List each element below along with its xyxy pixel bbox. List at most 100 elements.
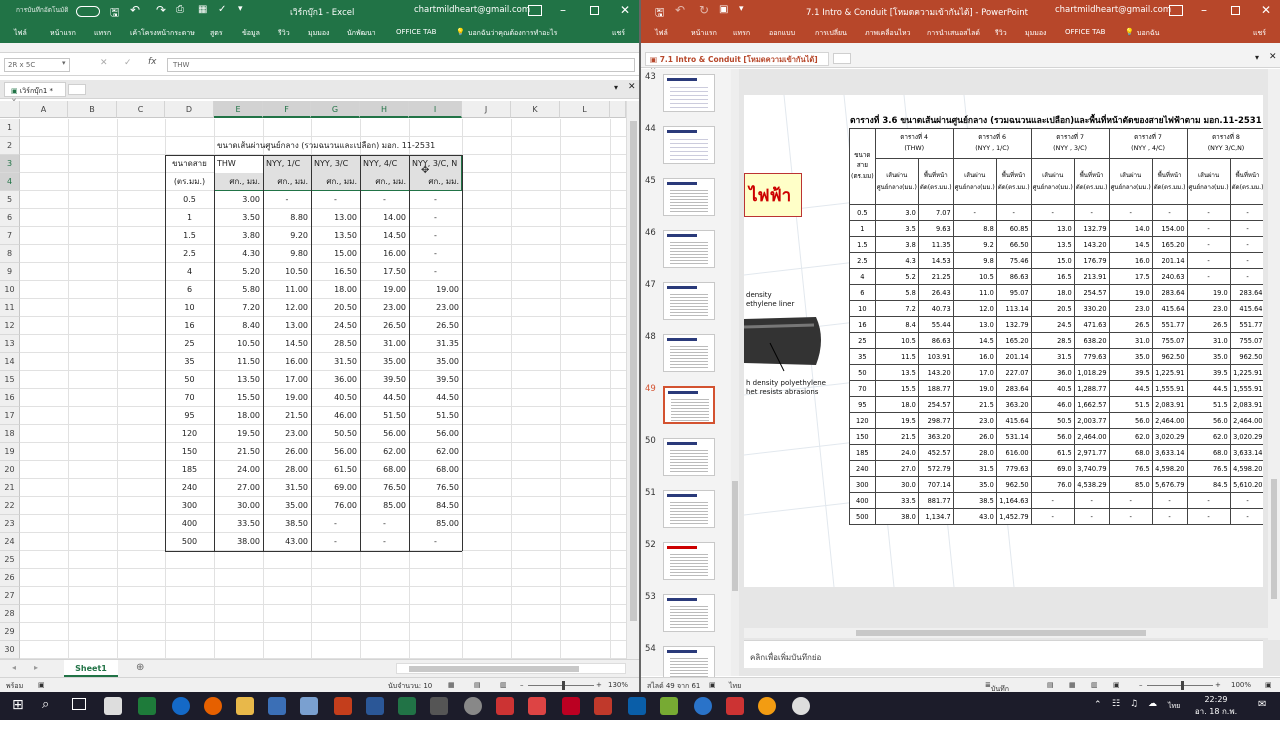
tab-data[interactable]: ข้อมูล [242, 28, 260, 39]
value-cell[interactable]: - [360, 191, 409, 209]
ppt-minimize-icon[interactable]: – [1201, 3, 1207, 17]
value-cell[interactable]: 11.50 [214, 353, 263, 371]
thumbnail-scroll-thumb[interactable] [732, 481, 738, 591]
header-subunit-cell[interactable]: ศก., มม. [263, 173, 311, 191]
value-cell[interactable]: - [409, 533, 462, 551]
row-header[interactable]: 25 [0, 551, 20, 569]
scroll-left-icon[interactable]: ◂ [12, 663, 16, 672]
ppt-zoom-level[interactable]: 100% [1231, 681, 1251, 689]
value-cell[interactable]: - [409, 191, 462, 209]
reading-view-button[interactable]: ▥ [1091, 681, 1098, 689]
ppt-tab-office-tab[interactable]: OFFICE TAB [1065, 28, 1106, 36]
value-cell[interactable]: 68.00 [409, 461, 462, 479]
value-cell[interactable]: 8.40 [214, 317, 263, 335]
row-header[interactable]: 29 [0, 623, 20, 641]
value-cell[interactable]: 26.00 [263, 443, 311, 461]
value-cell[interactable]: - [409, 245, 462, 263]
value-cell[interactable]: 13.00 [263, 317, 311, 335]
excel-account[interactable]: chartmildheart@gmail.com [414, 5, 530, 15]
col-header-d[interactable]: D [165, 101, 214, 118]
firefox-icon[interactable] [204, 697, 222, 715]
slide-thumbnail[interactable] [663, 438, 715, 476]
value-cell[interactable]: 24.00 [214, 461, 263, 479]
tray-overflow-icon[interactable]: ⌃ [1094, 700, 1102, 710]
print-preview-icon[interactable]: ⎙ [176, 4, 184, 15]
slide-sorter-button[interactable]: ▦ [1069, 681, 1076, 689]
undo-icon[interactable]: ↶ [130, 3, 140, 17]
zoom-slider[interactable] [528, 685, 594, 686]
powerpoint-taskbar-icon[interactable] [334, 697, 352, 715]
row-header[interactable]: 27 [0, 587, 20, 605]
value-cell[interactable]: - [311, 533, 360, 551]
ppt-save-icon[interactable]: 🖫 [655, 4, 664, 23]
value-cell[interactable]: 13.00 [311, 209, 360, 227]
name-box-dropdown-icon[interactable]: ▾ [62, 59, 66, 67]
row-header[interactable]: 5 [0, 191, 20, 209]
value-cell[interactable]: 3.00 [214, 191, 263, 209]
row-header[interactable]: 12 [0, 317, 20, 335]
value-cell[interactable]: 84.50 [409, 497, 462, 515]
row-header[interactable]: 21 [0, 479, 20, 497]
row-header[interactable]: 3 [0, 155, 20, 173]
size-cell[interactable]: 150 [165, 443, 214, 461]
row-header[interactable]: 28 [0, 605, 20, 623]
header-type-cell[interactable]: THW [214, 155, 263, 173]
size-cell[interactable]: 240 [165, 479, 214, 497]
ppt-redo-icon[interactable]: ↻ [699, 3, 709, 17]
ppt-tabbar-close-icon[interactable]: ✕ [1269, 52, 1277, 62]
header-unit-cell[interactable]: (ตร.มม.) [165, 173, 214, 191]
row-header[interactable]: 13 [0, 335, 20, 353]
value-cell[interactable]: 23.00 [360, 299, 409, 317]
ppt-zoom-slider[interactable] [1147, 685, 1213, 686]
value-cell[interactable]: 39.50 [409, 371, 462, 389]
row-header[interactable]: 24 [0, 533, 20, 551]
row-header[interactable]: 6 [0, 209, 20, 227]
ppt-tab-file[interactable]: ไฟล์ [655, 28, 668, 39]
value-cell[interactable]: 12.00 [263, 299, 311, 317]
app-icon-2[interactable] [464, 697, 482, 715]
value-cell[interactable]: - [311, 191, 360, 209]
thumbnail-scrollbar[interactable] [731, 69, 739, 676]
row-header[interactable]: 23 [0, 515, 20, 533]
value-cell[interactable]: 13.50 [214, 371, 263, 389]
tab-review[interactable]: รีวิว [278, 28, 290, 39]
row-header[interactable]: 30 [0, 641, 20, 659]
value-cell[interactable]: 69.00 [311, 479, 360, 497]
minimize-icon[interactable]: – [560, 3, 566, 17]
app-icon-1[interactable] [300, 697, 318, 715]
ppt-tab-review[interactable]: รีวิว [995, 28, 1007, 39]
value-cell[interactable]: 26.50 [409, 317, 462, 335]
ppt-undo-icon[interactable]: ↶ [675, 3, 685, 17]
slide-vertical-scrollbar[interactable] [1268, 69, 1280, 640]
col-header-f[interactable]: F [263, 101, 311, 118]
value-cell[interactable]: 44.50 [409, 389, 462, 407]
workbook-tab[interactable]: ▣ เวิร์กบุ๊ก1 * ✕ [4, 82, 66, 105]
notification-icon[interactable]: ✉ [1258, 699, 1266, 710]
value-cell[interactable]: 15.00 [311, 245, 360, 263]
size-cell[interactable]: 120 [165, 425, 214, 443]
col-header-a[interactable]: A [20, 101, 68, 118]
value-cell[interactable]: - [311, 515, 360, 533]
value-cell[interactable]: 21.50 [263, 407, 311, 425]
task-view-icon[interactable] [72, 698, 86, 710]
form-icon[interactable]: ▦ [198, 4, 207, 15]
autosave-toggle[interactable] [76, 6, 100, 17]
value-cell[interactable]: 40.50 [311, 389, 360, 407]
sheet-tab-sheet1[interactable]: Sheet1 [64, 660, 118, 677]
value-cell[interactable]: 31.35 [409, 335, 462, 353]
value-cell[interactable]: 13.50 [311, 227, 360, 245]
ppt-tab-transitions[interactable]: การเปลี่ยน [815, 28, 847, 39]
select-all-corner[interactable] [0, 101, 20, 118]
size-cell[interactable]: 35 [165, 353, 214, 371]
ppt-tab-animations[interactable]: ภาพเคลื่อนไหว [865, 28, 911, 39]
slide-vscroll-thumb[interactable] [1271, 479, 1277, 599]
value-cell[interactable]: 24.50 [311, 317, 360, 335]
size-cell[interactable]: 185 [165, 461, 214, 479]
page-break-view-icon[interactable]: ▥ [500, 681, 507, 689]
value-cell[interactable]: 10.50 [263, 263, 311, 281]
notes-pane[interactable]: คลิกเพื่อเพิ่มบันทึกย่อ [744, 640, 1263, 668]
slideshow-button[interactable]: ▣ [1113, 681, 1120, 689]
value-cell[interactable]: 14.50 [360, 227, 409, 245]
tell-me-box[interactable]: บอกฉันว่าคุณต้องการทำอะไร [468, 28, 557, 39]
value-cell[interactable]: 7.20 [214, 299, 263, 317]
